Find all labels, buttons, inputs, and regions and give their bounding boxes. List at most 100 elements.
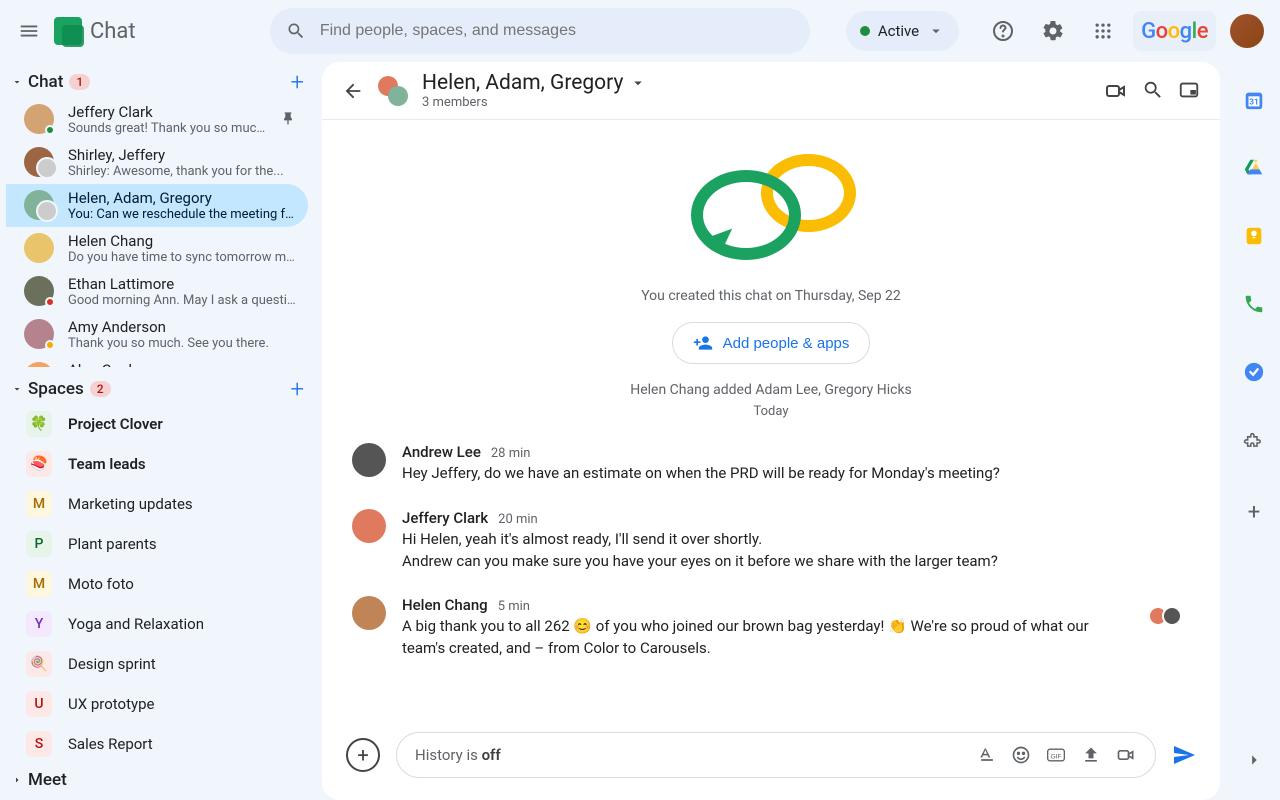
chat-name: Ethan Lattimore: [68, 275, 296, 293]
search-input[interactable]: [320, 22, 794, 40]
message-composer[interactable]: History is off GIF: [396, 732, 1156, 778]
conversation-subtitle: 3 members: [422, 95, 647, 110]
collapse-panel-button[interactable]: [1234, 740, 1274, 780]
space-item[interactable]: 🍭 Design sprint: [6, 644, 322, 684]
new-chat-button[interactable]: +: [284, 68, 310, 96]
drive-icon: [1243, 157, 1265, 179]
help-icon: [991, 19, 1015, 43]
chat-preview: You: Can we reschedule the meeting for..…: [68, 207, 296, 222]
settings-button[interactable]: [1033, 11, 1073, 51]
space-avatar: 🍀: [26, 411, 52, 437]
chat-avatar: [24, 362, 54, 367]
conversation-title[interactable]: Helen, Adam, Gregory: [422, 71, 647, 95]
upload-button[interactable]: [1081, 745, 1101, 765]
spaces-section-header[interactable]: Spaces 2 +: [6, 373, 322, 405]
present-button[interactable]: [1178, 79, 1200, 103]
account-avatar[interactable]: [1230, 14, 1264, 48]
space-item[interactable]: M Marketing updates: [6, 484, 322, 524]
chat-avatar: [24, 276, 54, 306]
chat-item[interactable]: Helen, Adam, Gregory You: Can we resched…: [6, 184, 308, 227]
message: Helen Chang 5 min A big thank you to all…: [352, 596, 1132, 660]
search-conversation-button[interactable]: [1142, 79, 1164, 103]
chat-item[interactable]: Jeffery Clark Sounds great! Thank you so…: [6, 98, 308, 141]
voice-app-button[interactable]: [1234, 284, 1274, 324]
space-item[interactable]: Y Yoga and Relaxation: [6, 604, 322, 644]
presence-dot: [45, 125, 55, 135]
space-item[interactable]: S Sales Report: [6, 724, 322, 764]
puzzle-icon: [1243, 429, 1265, 451]
format-button[interactable]: [977, 745, 997, 765]
spaces-section-title: Spaces: [28, 379, 84, 399]
apps-button[interactable]: [1083, 11, 1123, 51]
sidebar: Chat 1 + Jeffery Clark Sounds great! Tha…: [0, 62, 322, 800]
space-avatar: Y: [26, 611, 52, 637]
chevron-down-icon: [10, 75, 24, 89]
space-name: Design sprint: [68, 655, 156, 673]
text-format-icon: [977, 745, 997, 765]
chat-badge: 1: [69, 74, 90, 90]
phone-icon: [1243, 293, 1265, 315]
created-text: You created this chat on Thursday, Sep 2…: [352, 288, 1190, 304]
send-button[interactable]: [1172, 743, 1196, 767]
add-app-button[interactable]: +: [1234, 492, 1274, 532]
chat-item[interactable]: Helen Chang Do you have time to sync tom…: [6, 227, 308, 270]
chat-preview: Do you have time to sync tomorrow mori..…: [68, 250, 296, 265]
space-item[interactable]: U UX prototype: [6, 684, 322, 724]
space-avatar: P: [26, 531, 52, 557]
chat-avatar: [24, 319, 54, 349]
chat-item[interactable]: Alan Cook Good morning everybody.: [6, 356, 308, 367]
chat-section-title: Chat: [28, 72, 63, 92]
back-button[interactable]: [342, 80, 364, 102]
new-space-button[interactable]: +: [284, 375, 310, 403]
attachment-button[interactable]: +: [346, 738, 380, 772]
emoji-button[interactable]: [1011, 745, 1031, 765]
apps-grid-icon: [1093, 21, 1113, 41]
message-author: Andrew Lee: [402, 443, 481, 461]
chevron-down-icon: [927, 22, 945, 40]
drive-app-button[interactable]: [1234, 148, 1274, 188]
person-add-icon: [693, 333, 713, 353]
chat-item[interactable]: Ethan Lattimore Good morning Ann. May I …: [6, 270, 308, 313]
arrow-left-icon: [342, 80, 364, 102]
video-upload-button[interactable]: [1115, 745, 1137, 765]
status-selector[interactable]: Active: [846, 11, 959, 51]
gif-button[interactable]: GIF: [1045, 745, 1067, 765]
chat-item[interactable]: Shirley, Jeffery Shirley: Awesome, thank…: [6, 141, 308, 184]
chat-section-header[interactable]: Chat 1 +: [6, 66, 322, 98]
calendar-app-button[interactable]: 31: [1234, 80, 1274, 120]
date-separator: Today: [352, 404, 1190, 419]
add-people-button[interactable]: Add people & apps: [672, 322, 871, 364]
space-name: Team leads: [68, 455, 146, 473]
message-reactions[interactable]: [1154, 606, 1182, 626]
message-author: Helen Chang: [402, 596, 488, 614]
meet-section-header[interactable]: Meet: [6, 764, 322, 796]
main-menu-button[interactable]: [16, 11, 42, 51]
video-call-button[interactable]: [1104, 79, 1128, 103]
message-author: Jeffery Clark: [402, 509, 488, 527]
message-time: 5 min: [498, 599, 530, 614]
chat-preview: Sounds great! Thank you so much Ann!: [68, 121, 266, 136]
chevron-right-icon: [1243, 749, 1265, 771]
message-avatar: [352, 596, 386, 630]
keep-app-button[interactable]: [1234, 216, 1274, 256]
message-avatar: [352, 509, 386, 543]
space-item[interactable]: 🍀 Project Clover: [6, 404, 322, 444]
message-avatar: [352, 443, 386, 477]
system-message: Helen Chang added Adam Lee, Gregory Hick…: [352, 382, 1190, 398]
chevron-down-icon: [629, 74, 647, 92]
chat-avatar: [24, 104, 54, 134]
message-text: Hi Helen, yeah it's almost ready, I'll s…: [402, 529, 1132, 573]
chat-name: Helen Chang: [68, 232, 296, 250]
app-name: Chat: [90, 19, 136, 44]
chat-item[interactable]: Amy Anderson Thank you so much. See you …: [6, 313, 308, 356]
space-item[interactable]: M Moto foto: [6, 564, 322, 604]
search-bar[interactable]: [270, 8, 810, 54]
chat-avatar: [24, 190, 54, 220]
help-button[interactable]: [983, 11, 1023, 51]
tasks-app-button[interactable]: [1234, 352, 1274, 392]
space-name: Plant parents: [68, 535, 157, 553]
chat-preview: Shirley: Awesome, thank you for the...: [68, 164, 296, 179]
space-item[interactable]: 🍣 Team leads: [6, 444, 322, 484]
space-item[interactable]: P Plant parents: [6, 524, 322, 564]
addons-button[interactable]: [1234, 420, 1274, 460]
